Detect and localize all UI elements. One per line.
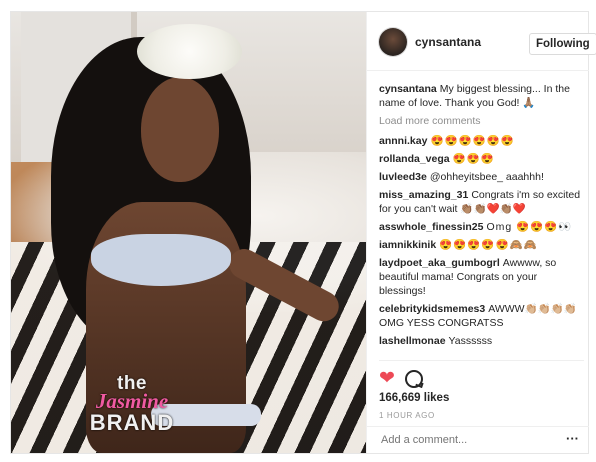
post-header: cynsantana Following (367, 12, 596, 71)
comment-username[interactable]: celebritykidsmemes3 (379, 303, 485, 315)
more-options-icon[interactable]: ··· (566, 432, 579, 446)
comments-list: cynsantana My biggest blessing... In the … (379, 82, 584, 352)
watermark-logo: the Jasmine BRAND (57, 374, 207, 434)
comment-icon[interactable] (405, 370, 423, 388)
comment-text: Yassssss (448, 335, 493, 347)
load-more-comments-link[interactable]: Load more comments (379, 114, 584, 128)
comment-text: Omg 😍😍😍👀 (486, 221, 573, 233)
add-comment-bar: ··· (367, 426, 589, 454)
heart-icon[interactable]: ❤ (379, 369, 395, 388)
comment-text: 😍😍😍😍😍🙈🙈 (439, 239, 538, 251)
comment-row: asswhole_finessin25 Omg 😍😍😍👀 (379, 220, 584, 234)
likes-count[interactable]: 166,669 likes (379, 392, 449, 404)
comment-row: miss_amazing_31 Congrats i'm so excited f… (379, 188, 584, 216)
comment-username[interactable]: miss_amazing_31 (379, 189, 468, 201)
comment-username[interactable]: laydpoet_aka_gumbogrl (379, 257, 500, 269)
comment-username[interactable]: lashellmonae (379, 335, 446, 347)
comment-row: celebritykidsmemes3 AWWW👏🏼👏🏼👏🏼👏🏼 OMG YESS… (379, 302, 584, 330)
comment-username[interactable]: asswhole_finessin25 (379, 221, 483, 233)
comment-username[interactable]: annni.kay (379, 135, 427, 147)
comment-username[interactable]: luvleed3e (379, 171, 427, 183)
comment-row: iamnikkinik 😍😍😍😍😍🙈🙈 (379, 238, 584, 252)
comment-text: @ohheyitsbee_ aaahhh! (429, 171, 544, 183)
comment-username[interactable]: rollanda_vega (379, 153, 450, 165)
add-comment-input[interactable] (379, 433, 553, 447)
comment-text: 😍😍😍 (452, 153, 495, 165)
comment-row: laydpoet_aka_gumbogrl Awwww, so beautiful… (379, 256, 584, 298)
flower-headpiece (137, 24, 242, 79)
comment-row: lashellmonae Yassssss (379, 334, 584, 348)
comment-row: rollanda_vega 😍😍😍 (379, 152, 584, 166)
photo-bra (91, 234, 231, 286)
instagram-post: the Jasmine BRAND cynsantana Following c… (10, 11, 596, 454)
post-photo: the Jasmine BRAND (11, 12, 366, 453)
comment-row: luvleed3e @ohheyitsbee_ aaahhh! (379, 170, 584, 184)
comment-text: 😍😍😍😍😍😍 (430, 135, 515, 147)
comment-username[interactable]: iamnikkinik (379, 239, 436, 251)
avatar[interactable] (379, 28, 407, 56)
post-sidebar: cynsantana Following cynsantana My bigges… (366, 12, 596, 454)
photo-face (141, 77, 219, 182)
action-bar: ❤ (379, 360, 584, 391)
caption-username[interactable]: cynsantana (379, 83, 437, 95)
watermark-line2: Jasmine (95, 389, 169, 413)
username-link[interactable]: cynsantana (415, 35, 481, 49)
watermark-line3: BRAND (89, 410, 175, 435)
following-button[interactable]: Following (529, 33, 596, 55)
comment-row: annni.kay 😍😍😍😍😍😍 (379, 134, 584, 148)
post-timestamp: 1 HOUR AGO (379, 411, 435, 420)
caption: cynsantana My biggest blessing... In the … (379, 82, 584, 110)
